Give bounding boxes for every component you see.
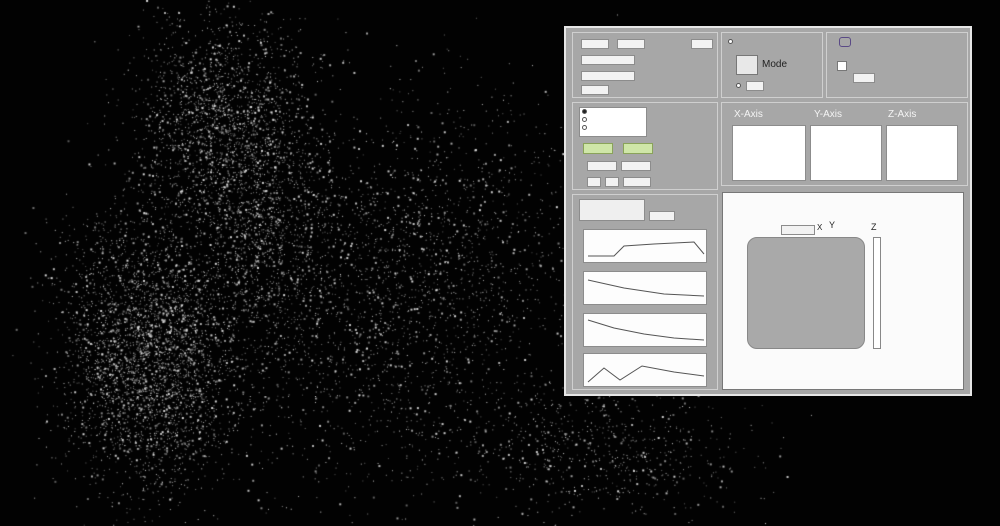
param-field-4[interactable] xyxy=(581,71,635,81)
viewport-axis-z: Z xyxy=(871,222,877,232)
settings-field-3[interactable] xyxy=(587,177,601,187)
param-field-5[interactable] xyxy=(581,85,609,95)
palette-strip[interactable] xyxy=(579,199,645,221)
logo-icon xyxy=(839,37,851,47)
x-axis-title: X-Axis xyxy=(734,109,763,120)
param-field-1[interactable] xyxy=(581,39,609,49)
option-field[interactable] xyxy=(853,73,875,83)
option-radio-2[interactable] xyxy=(582,116,587,122)
curve-1 xyxy=(588,241,705,257)
mode-sub-field[interactable] xyxy=(746,81,764,91)
settings-field-1[interactable] xyxy=(587,161,617,171)
viewport-axis-y: Y xyxy=(829,220,836,230)
viewport-axis-x: X xyxy=(817,223,823,232)
z-axis-list[interactable] xyxy=(886,125,958,181)
control-panel: Mode X-Axis Y-Axis Z-Axis X Y Z xyxy=(564,26,972,396)
option-list[interactable] xyxy=(579,107,647,137)
curve-4 xyxy=(587,365,705,383)
options-box xyxy=(826,32,968,98)
mode-button-label: Mode xyxy=(762,59,788,70)
parameters-box xyxy=(572,32,718,98)
param-field-6[interactable] xyxy=(691,39,713,49)
curve-graph-4[interactable] xyxy=(583,353,707,387)
action-button-1[interactable] xyxy=(583,143,613,154)
settings-field-4[interactable] xyxy=(605,177,619,187)
option-radio-1[interactable] xyxy=(582,108,587,114)
action-button-2[interactable] xyxy=(623,143,653,154)
curves-box xyxy=(572,194,718,390)
param-field-3[interactable] xyxy=(581,55,635,65)
curves-field[interactable] xyxy=(649,211,675,221)
settings-field-5[interactable] xyxy=(623,177,651,187)
mode-radio[interactable] xyxy=(728,39,733,44)
mode-icon[interactable] xyxy=(736,55,758,75)
option-radio-3[interactable] xyxy=(582,124,587,130)
mode-box: Mode xyxy=(721,32,823,98)
curve-graph-1[interactable] xyxy=(583,229,707,263)
viewport-square[interactable] xyxy=(747,237,865,349)
z-slider[interactable] xyxy=(873,237,881,349)
curve-2 xyxy=(587,279,705,297)
step-field[interactable] xyxy=(781,225,815,235)
option-checkbox[interactable] xyxy=(837,61,847,71)
y-axis-title: Y-Axis xyxy=(814,109,842,120)
z-axis-title: Z-Axis xyxy=(888,109,917,120)
settings-box xyxy=(572,102,718,190)
mode-sub-radio[interactable] xyxy=(736,83,741,88)
param-field-2[interactable] xyxy=(617,39,645,49)
x-axis-list[interactable] xyxy=(732,125,806,181)
y-axis-list[interactable] xyxy=(810,125,882,181)
viewport-preview[interactable]: X Y Z xyxy=(722,192,964,390)
curve-graph-2[interactable] xyxy=(583,271,707,305)
curve-3 xyxy=(587,319,705,341)
curve-graph-3[interactable] xyxy=(583,313,707,347)
settings-field-2[interactable] xyxy=(621,161,651,171)
axis-selection-box: X-Axis Y-Axis Z-Axis xyxy=(721,102,968,186)
